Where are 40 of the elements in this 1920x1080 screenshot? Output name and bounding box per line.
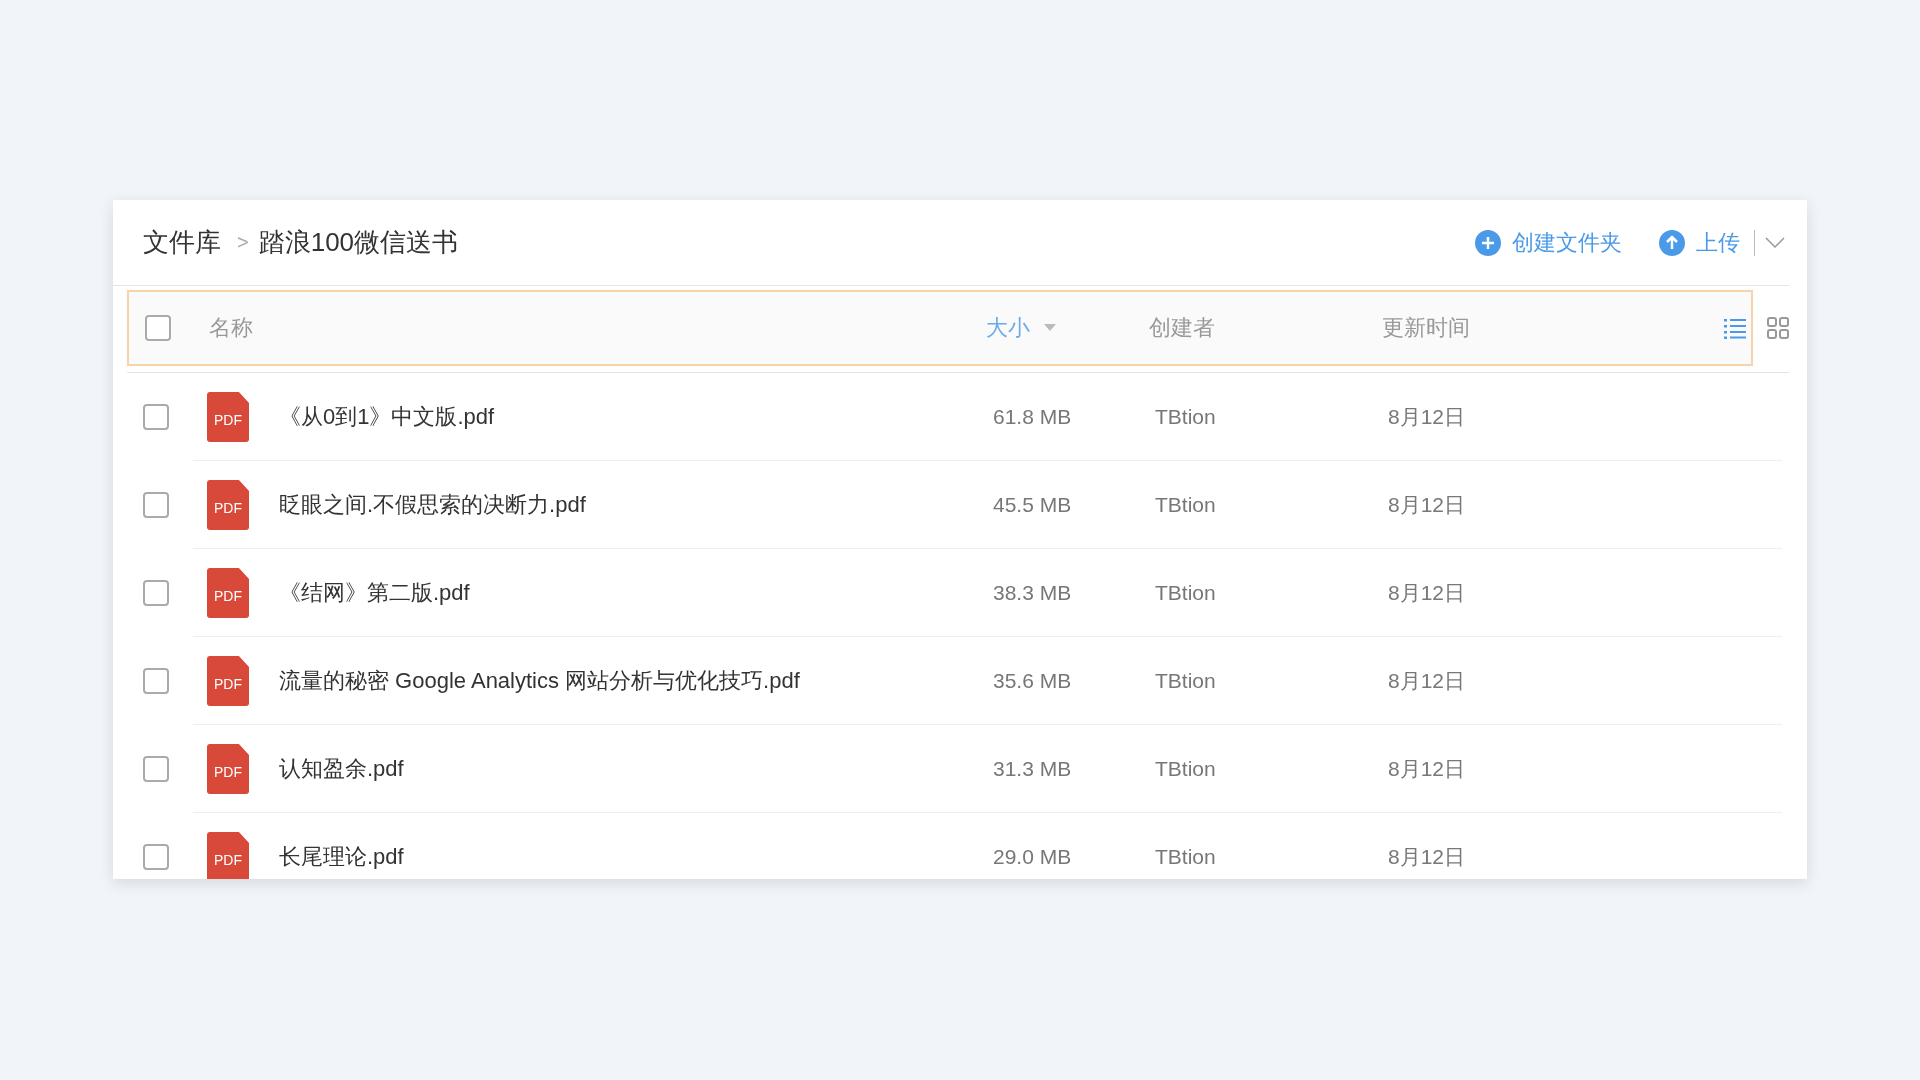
file-size: 38.3 MB bbox=[993, 581, 1073, 605]
file-date: 8月12日 bbox=[1388, 756, 1467, 782]
file-creator: TBtion bbox=[1155, 757, 1217, 781]
file-creator: TBtion bbox=[1155, 493, 1217, 517]
pdf-file-icon: PDF bbox=[207, 832, 249, 879]
file-date: 8月12日 bbox=[1388, 580, 1467, 606]
file-size: 45.5 MB bbox=[993, 493, 1073, 517]
pdf-file-icon: PDF bbox=[207, 744, 249, 794]
breadcrumb-item[interactable]: 踏浪100微信送书 bbox=[258, 225, 459, 260]
plus-icon bbox=[1474, 228, 1502, 257]
checkbox[interactable] bbox=[145, 315, 171, 341]
file-creator: TBtion bbox=[1155, 845, 1217, 869]
checkbox[interactable] bbox=[143, 668, 169, 694]
pdf-file-icon: PDF bbox=[207, 392, 249, 442]
checkbox[interactable] bbox=[143, 492, 169, 518]
file-date: 8月12日 bbox=[1388, 668, 1467, 694]
sort-caret-icon bbox=[1044, 324, 1056, 332]
pdf-file-icon: PDF bbox=[207, 656, 249, 706]
checkbox[interactable] bbox=[143, 844, 169, 870]
file-creator: TBtion bbox=[1155, 405, 1217, 429]
breadcrumb-separator: > bbox=[237, 231, 249, 254]
file-size: 35.6 MB bbox=[993, 669, 1073, 693]
file-creator: TBtion bbox=[1155, 581, 1217, 605]
list-view-icon[interactable] bbox=[1723, 317, 1747, 339]
grid-view-icon[interactable] bbox=[1767, 317, 1789, 339]
file-date: 8月12日 bbox=[1388, 404, 1467, 430]
checkbox[interactable] bbox=[143, 404, 169, 430]
file-size: 29.0 MB bbox=[993, 845, 1073, 869]
file-date: 8月12日 bbox=[1388, 492, 1467, 518]
file-date: 8月12日 bbox=[1388, 844, 1467, 870]
checkbox[interactable] bbox=[143, 580, 169, 606]
chevron-down-icon[interactable] bbox=[1765, 236, 1785, 249]
upload-icon bbox=[1658, 228, 1686, 257]
pdf-file-icon: PDF bbox=[207, 480, 249, 530]
checkbox[interactable] bbox=[143, 756, 169, 782]
file-size: 61.8 MB bbox=[993, 405, 1073, 429]
pdf-file-icon: PDF bbox=[207, 568, 249, 618]
file-size: 31.3 MB bbox=[993, 757, 1073, 781]
breadcrumb-item[interactable]: 文件库 bbox=[143, 225, 221, 260]
file-creator: TBtion bbox=[1155, 669, 1217, 693]
